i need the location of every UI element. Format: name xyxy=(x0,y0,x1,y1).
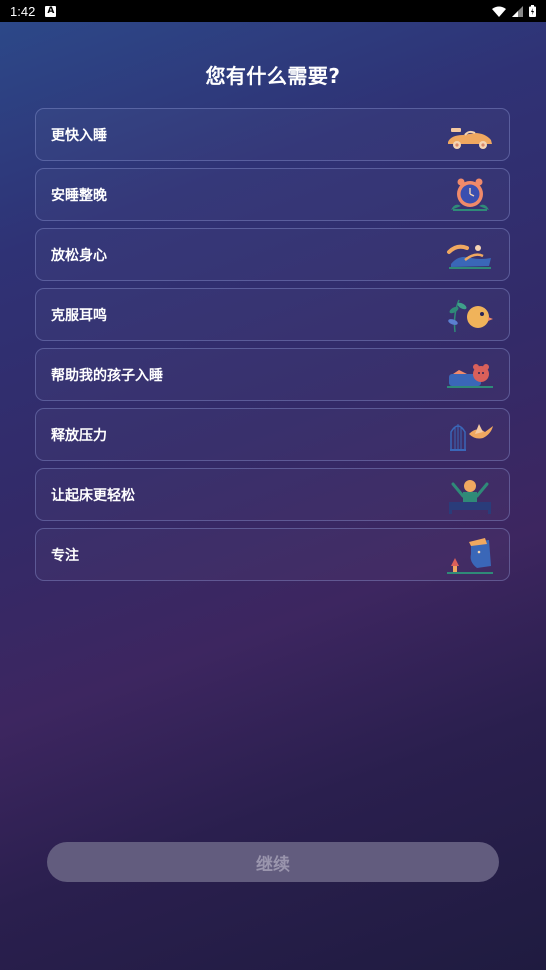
option-tinnitus[interactable]: 克服耳鸣 xyxy=(35,288,510,341)
page-title: 您有什么需要? xyxy=(205,64,341,88)
option-help-child-sleep[interactable]: 帮助我的孩子入睡 xyxy=(35,348,510,401)
sunrise-bed-icon xyxy=(449,479,491,514)
option-sleep-through-night[interactable]: 安睡整晚 xyxy=(35,168,510,221)
race-car-icon xyxy=(448,127,492,149)
option-fall-asleep-faster[interactable]: 更快入睡 xyxy=(35,108,510,161)
option-label: 帮助我的孩子入睡 xyxy=(51,367,163,384)
option-label: 让起床更轻松 xyxy=(51,487,135,504)
option-label: 克服耳鸣 xyxy=(51,307,107,324)
birdcage-icon xyxy=(450,423,493,451)
wifi-icon xyxy=(492,6,506,17)
bird-plant-icon xyxy=(448,299,493,332)
relaxing-person-icon xyxy=(447,244,491,269)
alarm-clock-icon xyxy=(451,178,489,211)
focus-face-icon xyxy=(447,537,493,574)
option-relax[interactable]: 放松身心 xyxy=(35,228,510,281)
continue-button[interactable]: 继续 xyxy=(47,842,499,882)
child-teddy-icon xyxy=(447,363,493,388)
battery-icon xyxy=(529,5,536,17)
option-label: 更快入睡 xyxy=(51,127,107,144)
signal-icon xyxy=(512,5,523,17)
status-bar: 1:42 A xyxy=(0,0,546,22)
option-label: 放松身心 xyxy=(51,247,107,264)
option-easier-wake-up[interactable]: 让起床更轻松 xyxy=(35,468,510,521)
option-focus[interactable]: 专注 xyxy=(35,528,510,581)
options-list: 更快入睡 安睡整晚 放松身心 克服耳鸣 帮助我的孩子入睡 释放压力 让起床更轻松… xyxy=(35,108,510,588)
option-release-stress[interactable]: 释放压力 xyxy=(35,408,510,461)
option-label: 专注 xyxy=(51,547,79,564)
notification-icon: A xyxy=(45,5,57,17)
option-label: 安睡整晚 xyxy=(51,187,107,204)
status-time: 1:42 xyxy=(10,3,36,19)
option-label: 释放压力 xyxy=(51,427,107,444)
